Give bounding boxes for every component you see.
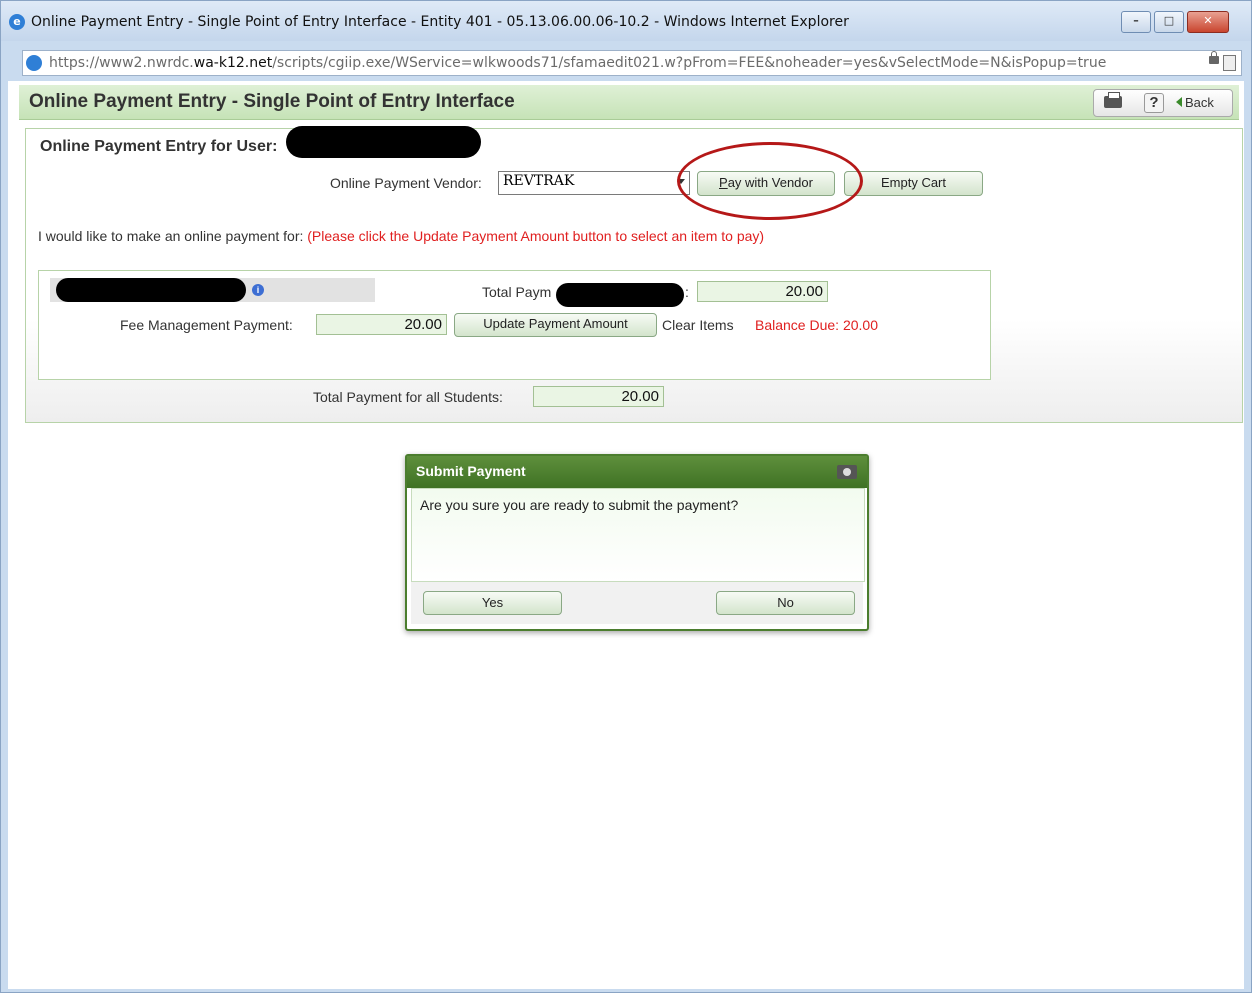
total-all-students-field[interactable]: 20.00 — [533, 386, 664, 407]
print-icon[interactable] — [1104, 92, 1122, 108]
page-header: Online Payment Entry - Single Point of E… — [19, 85, 1239, 120]
dialog-title: Submit Payment — [416, 463, 526, 479]
intro-label: I would like to make an online payment f… — [38, 228, 304, 244]
total-payment-field[interactable]: 20.00 — [697, 281, 828, 302]
annotation-circle — [677, 142, 863, 220]
ie-page-icon — [26, 55, 42, 71]
url-text[interactable]: https://www2.nwrdc.wa-k12.net/scripts/cg… — [49, 55, 1106, 71]
redacted-total-label — [556, 283, 684, 307]
minimize-button[interactable]: – — [1121, 11, 1151, 33]
help-icon[interactable]: ? — [1144, 93, 1164, 113]
yes-button[interactable]: Yes — [423, 591, 562, 615]
intro-text: I would like to make an online payment f… — [38, 228, 764, 244]
fee-management-label: Fee Management Payment: — [120, 317, 293, 333]
total-payment-label: Total Paym — [482, 284, 552, 300]
redacted-student-name — [56, 278, 246, 302]
back-button[interactable]: Back — [1176, 95, 1214, 110]
vendor-select-value: REVTRAK — [503, 173, 575, 189]
dialog-footer: Yes No — [411, 582, 863, 624]
redacted-user-name — [286, 126, 481, 158]
vendor-label: Online Payment Vendor: — [330, 175, 482, 191]
maximize-button[interactable]: □ — [1154, 11, 1184, 33]
ie-logo-icon: e — [9, 14, 25, 30]
dialog-message: Are you sure you are ready to submit the… — [420, 497, 739, 513]
user-label: Online Payment Entry for User: — [40, 138, 278, 155]
submit-payment-dialog: Submit Payment Are you sure you are read… — [405, 454, 869, 631]
title-bar: e Online Payment Entry - Single Point of… — [1, 1, 1251, 41]
no-button[interactable]: No — [716, 591, 855, 615]
empty-cart-button[interactable]: Empty Cart — [844, 171, 983, 196]
balance-due: Balance Due: 20.00 — [755, 317, 878, 333]
header-toolbar: ? Back — [1093, 89, 1233, 117]
dialog-body: Are you sure you are ready to submit the… — [411, 488, 865, 582]
browser-window: e Online Payment Entry - Single Point of… — [0, 0, 1252, 993]
total-all-students-label: Total Payment for all Students: — [313, 389, 503, 405]
clear-items-link[interactable]: Clear Items — [662, 317, 734, 333]
camera-icon[interactable] — [837, 465, 857, 479]
address-bar[interactable]: https://www2.nwrdc.wa-k12.net/scripts/cg… — [22, 50, 1242, 76]
url-path: /scripts/cgiip.exe/WService=wlkwoods71/s… — [272, 55, 1107, 71]
update-payment-amount-button[interactable]: Update Payment Amount — [454, 313, 657, 337]
lock-icon — [1209, 51, 1219, 64]
intro-note: (Please click the Update Payment Amount … — [307, 228, 765, 244]
fee-management-field[interactable]: 20.00 — [316, 314, 447, 335]
url-prefix: https://www2.nwrdc. — [49, 55, 194, 71]
back-label: Back — [1185, 95, 1214, 110]
info-icon[interactable]: i — [252, 284, 264, 296]
close-button[interactable]: ✕ — [1187, 11, 1229, 33]
window-title: Online Payment Entry - Single Point of E… — [31, 14, 849, 30]
vendor-select[interactable]: REVTRAK — [498, 171, 690, 195]
back-arrow-icon — [1176, 97, 1182, 107]
page-title: Online Payment Entry - Single Point of E… — [29, 91, 515, 112]
url-domain: wa-k12.net — [193, 55, 273, 71]
dialog-header: Submit Payment — [407, 456, 867, 488]
total-payment-colon: : — [685, 284, 689, 300]
compatibility-icon[interactable] — [1223, 55, 1236, 71]
